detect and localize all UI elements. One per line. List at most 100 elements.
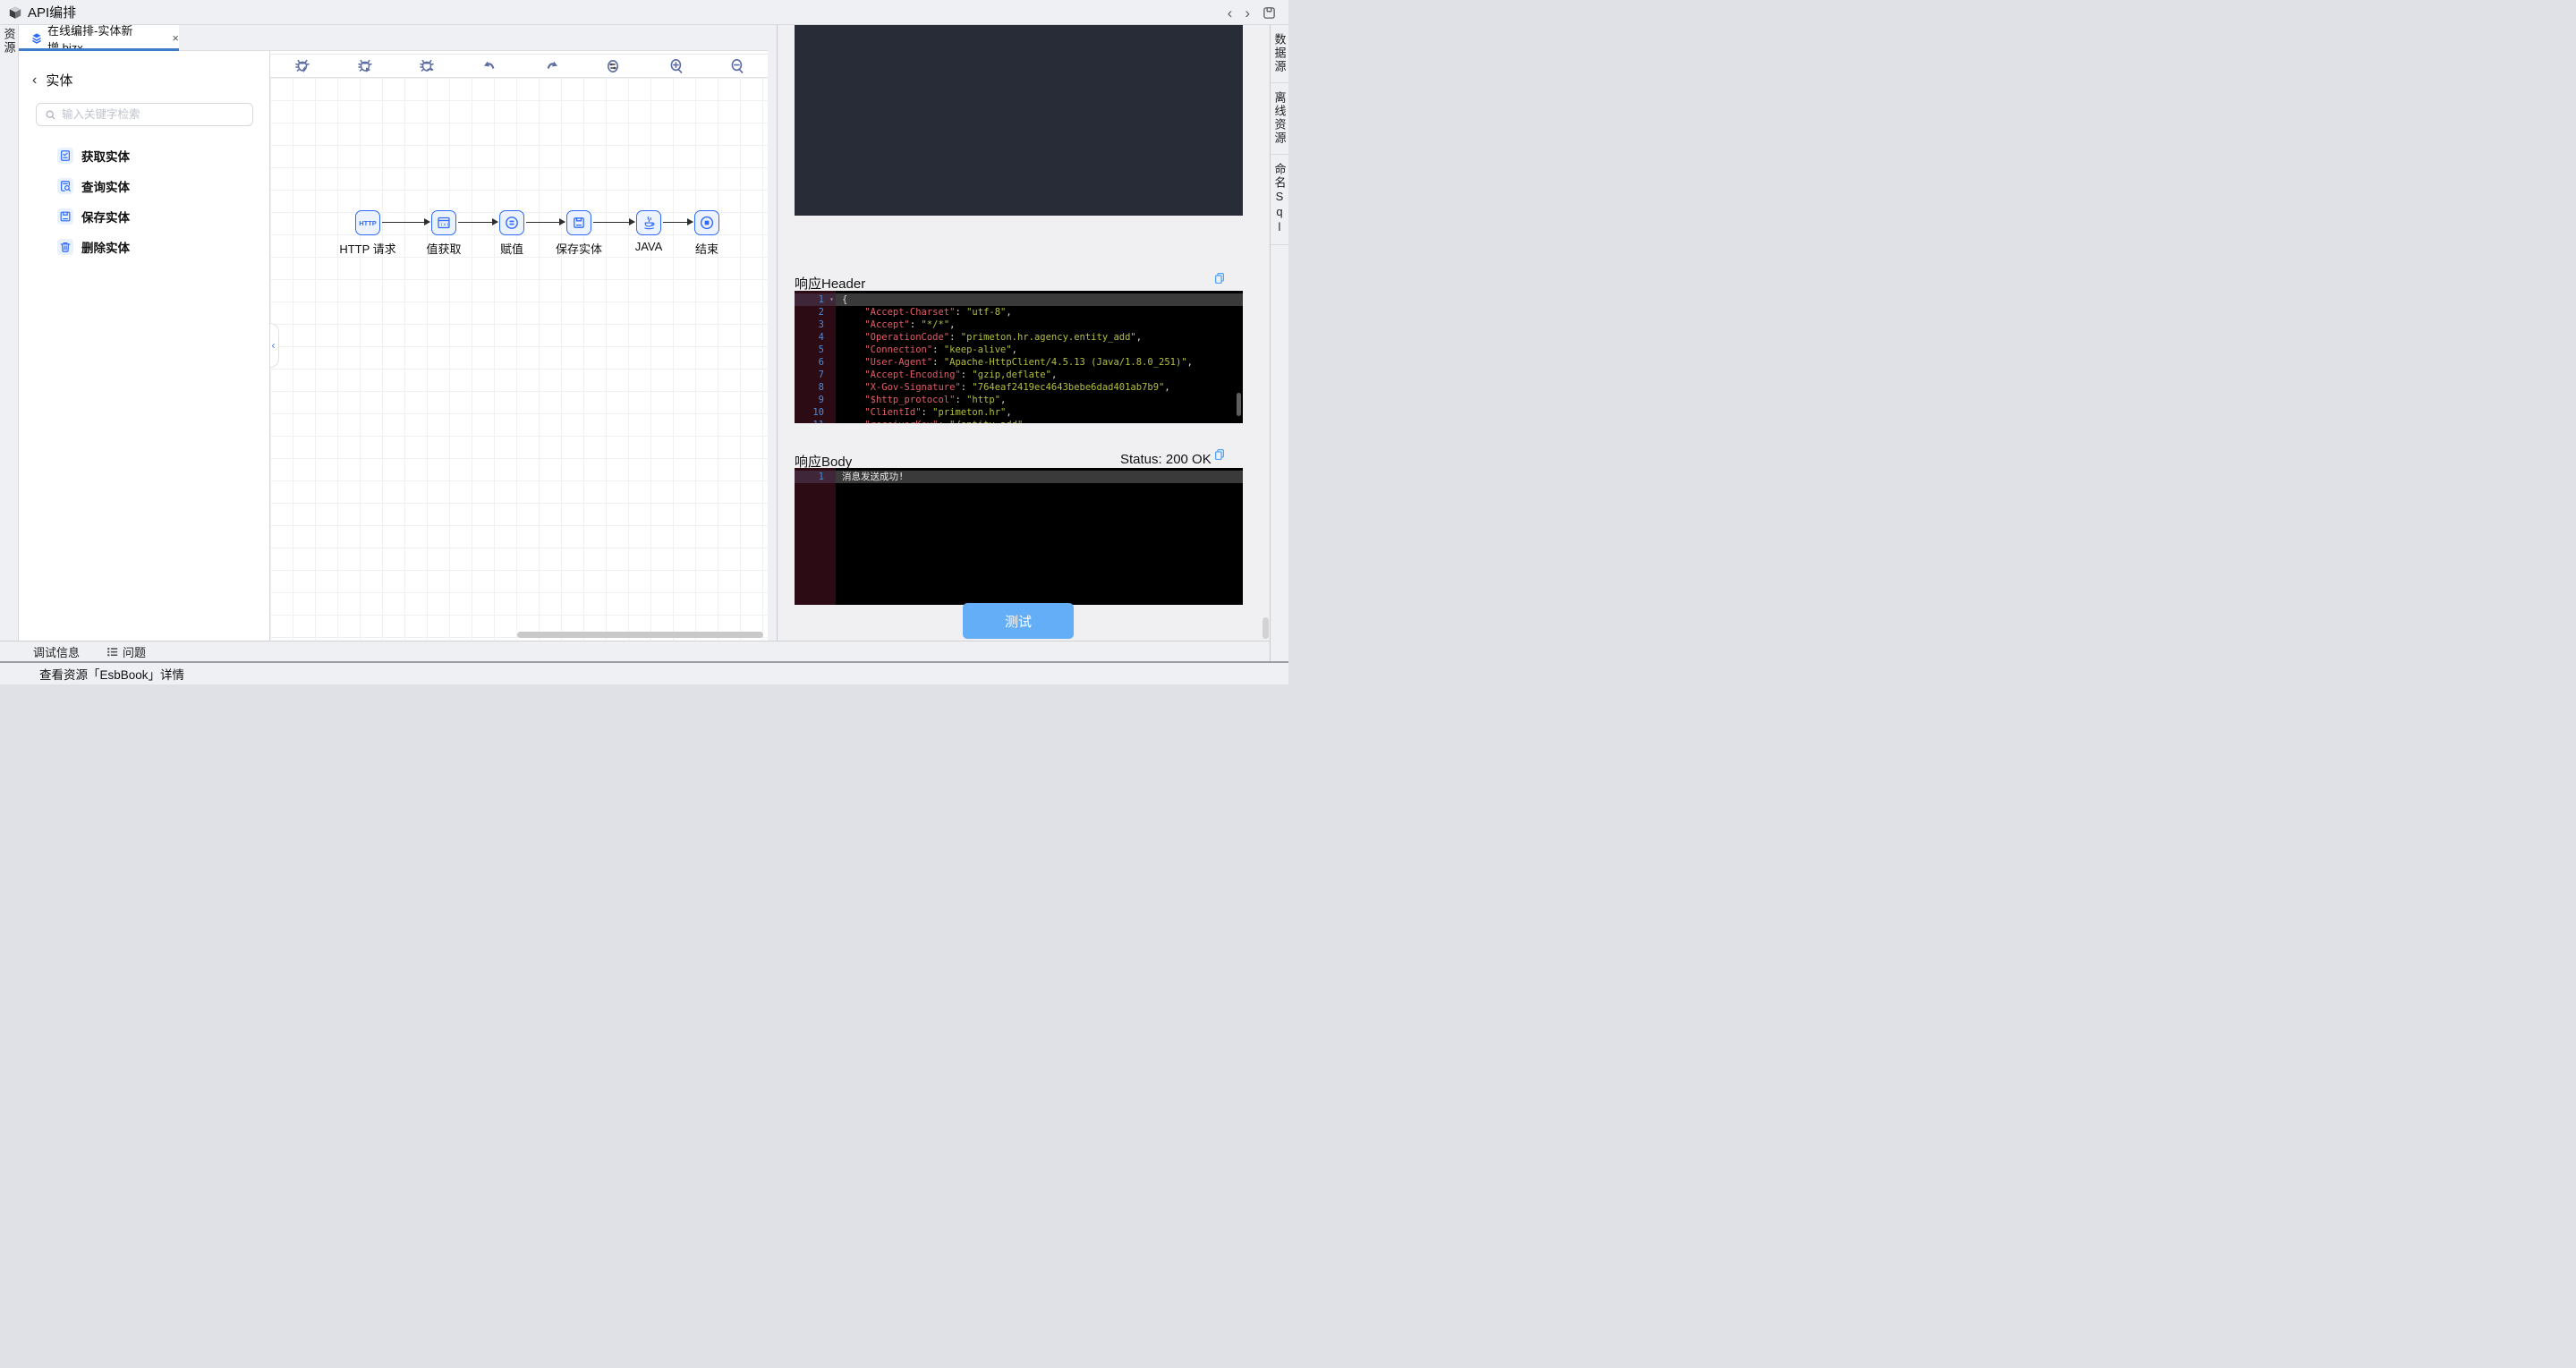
entity-item-label: 删除实体: [81, 242, 130, 255]
fold-arrow-icon[interactable]: ▾: [829, 293, 834, 306]
node-save-icon: [572, 216, 586, 230]
node-assign-icon: [504, 215, 520, 231]
test-button[interactable]: 测试: [963, 603, 1074, 639]
flow-node-6[interactable]: [694, 210, 719, 235]
code-line: 1 ▾{: [795, 293, 1243, 306]
flow-edge: [382, 218, 430, 225]
debug-panel-scrollbar: [1262, 25, 1270, 641]
status-badge: Status: 200 OK: [1120, 452, 1211, 467]
cube-3d-icon: [8, 5, 22, 20]
flow-edge: [526, 218, 565, 225]
entity-list: 获取实体查询实体保存实体删除实体: [19, 140, 269, 262]
header-nav: ‹ ›: [1228, 0, 1276, 25]
right-strip-label: 离线资源: [1272, 91, 1287, 145]
code-line: 2 "Accept-Charset": "utf-8",: [818, 307, 1012, 318]
response-body-editor[interactable]: 1 消息发送成功!: [795, 468, 1243, 605]
nav-forward-icon[interactable]: ›: [1245, 5, 1250, 21]
doc-search-icon: [57, 178, 73, 194]
api-orchestration-app: API编排 ‹ › 资源 在线编排-实体新增.bizx × ‹ 实体 输入关键字…: [0, 0, 1288, 684]
undo-icon[interactable]: [481, 58, 497, 74]
response-header-editor[interactable]: 1 ▾{2 "Accept-Charset": "utf-8", 3 "Accept…: [795, 291, 1243, 423]
right-strip-item-3[interactable]: 命名Sql: [1271, 155, 1288, 245]
tab-issues-label: 问题: [123, 645, 147, 659]
entity-item-label: 获取实体: [81, 150, 130, 164]
right-strip-item-1[interactable]: 数据源: [1271, 25, 1288, 83]
left-strip-label: 资源: [2, 28, 16, 55]
request-editor-panel[interactable]: [795, 25, 1243, 216]
entity-item-1[interactable]: 获取实体: [19, 140, 269, 171]
code-line: 3 "Accept": "*/*",: [818, 319, 956, 330]
status-bar-text[interactable]: 查看资源「EsbBook」详情: [39, 665, 184, 683]
code-line: 5 "Connection": "keep-alive",: [818, 344, 1017, 355]
flow-edge: [593, 218, 635, 225]
code-line: 11 "receiverKey": "/entity_add",: [795, 419, 1243, 423]
scrollbar-thumb[interactable]: [1262, 617, 1269, 639]
save-floppy-icon[interactable]: [1262, 6, 1276, 20]
entity-item-3[interactable]: 保存实体: [19, 201, 269, 232]
sync-icon[interactable]: [605, 58, 621, 74]
code-line: 9 "$http_protocol": "http",: [818, 395, 1007, 405]
entity-search-box: [36, 103, 253, 126]
panel-back-icon[interactable]: ‹: [32, 72, 37, 88]
canvas-toolbar: [270, 54, 768, 78]
layers-icon: [30, 32, 43, 45]
tab-close-icon[interactable]: ×: [172, 31, 179, 45]
scrollbar-thumb[interactable]: [517, 632, 763, 638]
flow-canvas: HTTP HTTP 请求 (x) 值获取 赋值 保存实体 JAVA 结束 ‹: [270, 51, 768, 641]
code-line: 4 "OperationCode": "primeton.hr.agency.e…: [818, 332, 1143, 343]
zoom-out-icon[interactable]: [729, 58, 745, 74]
copy-icon[interactable]: [1213, 272, 1226, 285]
canvas-grid[interactable]: HTTP HTTP 请求 (x) 值获取 赋值 保存实体 JAVA 结束: [270, 78, 768, 641]
left-strip-resources[interactable]: 资源: [0, 25, 19, 641]
code-line: 1 消息发送成功!: [795, 471, 1243, 483]
code-line: 7 "Accept-Encoding": "gzip,deflate",: [818, 370, 1058, 380]
entity-item-2[interactable]: 查询实体: [19, 171, 269, 201]
entity-panel: ‹ 实体 获取实体查询实体保存实体删除实体: [19, 51, 270, 641]
copy-icon[interactable]: [1213, 448, 1226, 461]
app-title: API编排: [28, 5, 77, 21]
debug-play-icon[interactable]: [357, 58, 373, 74]
bottom-tab-bar: 调试信息 问题: [0, 641, 1270, 661]
nav-back-icon[interactable]: ‹: [1228, 5, 1233, 21]
tab-issues[interactable]: 问题: [106, 643, 146, 660]
debug-panel: 响应Header 1 ▾{2 "Accept-Charset": "utf-8",…: [778, 25, 1270, 641]
entity-panel-header: ‹ 实体: [32, 71, 72, 89]
entity-item-4[interactable]: 删除实体: [19, 232, 269, 262]
entity-item-label: 保存实体: [81, 211, 130, 225]
panel-divider: [768, 25, 778, 641]
debug-step-icon[interactable]: [419, 58, 435, 74]
search-input[interactable]: [62, 108, 252, 121]
canvas-horizontal-scrollbar: [517, 632, 763, 638]
tab-debug-info[interactable]: 调试信息: [33, 643, 80, 660]
code-line: 8 "X-Gov-Signature": "764eaf2419ec4643be…: [818, 382, 1170, 393]
http-node-icon: HTTP: [359, 218, 377, 227]
collapse-panel-handle[interactable]: ‹: [270, 323, 279, 368]
code-line: 6 "User-Agent": "Apache-HttpClient/4.5.1…: [818, 357, 1193, 368]
code-line: 10 "ClientId": "primeton.hr",: [812, 407, 1012, 418]
node-java-icon: [642, 216, 657, 231]
flow-node-1[interactable]: HTTP: [355, 210, 380, 235]
app-header: API编排 ‹ ›: [0, 0, 1288, 25]
editor-scrollbar-thumb[interactable]: [1237, 393, 1241, 416]
redo-icon[interactable]: [544, 58, 560, 74]
flow-node-3[interactable]: [499, 210, 524, 235]
tab-bar: 在线编排-实体新增.bizx ×: [19, 24, 778, 55]
flow-edge: [458, 218, 498, 225]
editor-gutter: [795, 468, 836, 605]
zoom-in-icon[interactable]: [668, 58, 684, 74]
flow-node-label: 保存实体: [555, 242, 602, 256]
debug-lightning-icon[interactable]: [294, 58, 310, 74]
trash-icon: [57, 239, 73, 255]
node-end-icon: [699, 215, 715, 231]
flow-node-5[interactable]: [636, 210, 661, 235]
flow-node-2[interactable]: (x): [431, 210, 456, 235]
status-bar: 查看资源「EsbBook」详情: [0, 661, 1288, 684]
collapse-chevron-icon: ‹: [271, 339, 276, 352]
search-icon: [46, 110, 55, 119]
right-strip-item-2[interactable]: 离线资源: [1271, 83, 1288, 155]
right-strip-label: 命名Sql: [1272, 163, 1287, 235]
list-icon: [107, 647, 118, 656]
right-strip: 数据源离线资源命名Sql: [1270, 25, 1288, 661]
flow-node-4[interactable]: [566, 210, 591, 235]
tab-online-orchestration[interactable]: 在线编排-实体新增.bizx ×: [19, 24, 179, 55]
